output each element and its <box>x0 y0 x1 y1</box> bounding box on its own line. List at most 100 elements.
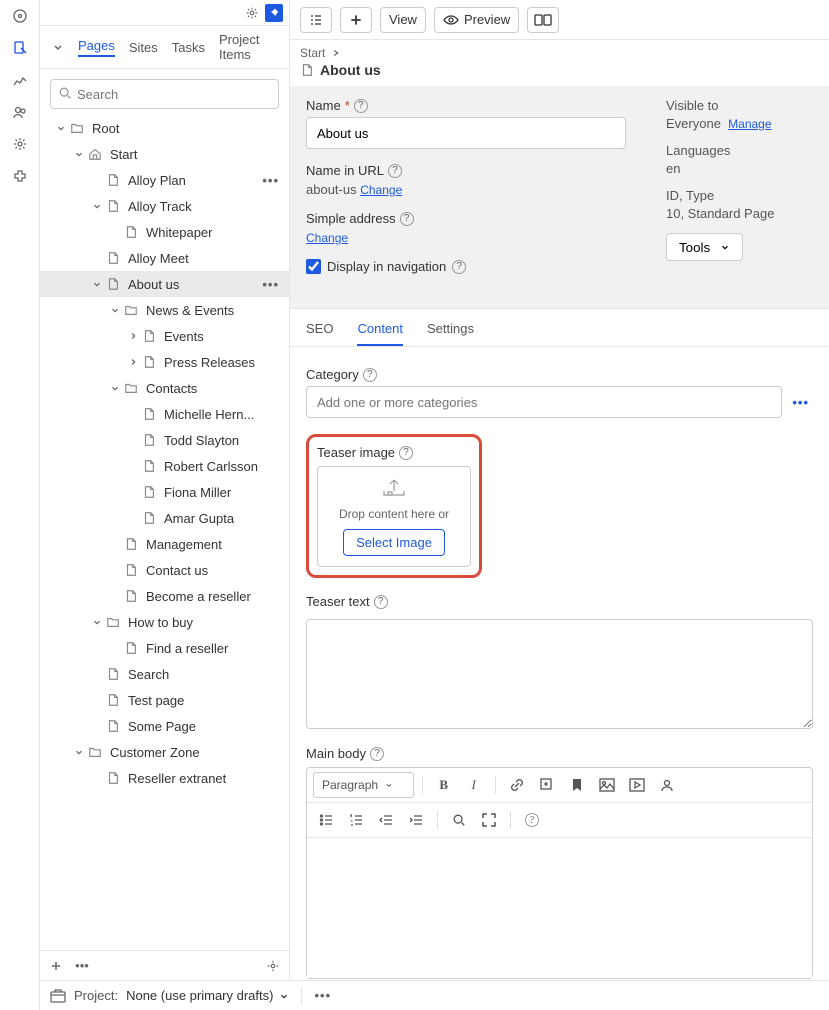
tree-item-menu[interactable]: ••• <box>260 173 281 188</box>
outdent-button[interactable] <box>373 807 399 833</box>
ed-help-button[interactable]: ? <box>519 807 545 833</box>
teaser-image-dropzone[interactable]: Drop content here or Select Image <box>317 466 471 567</box>
tree-toggle-icon[interactable] <box>128 331 142 341</box>
tree-item[interactable]: Contacts <box>40 375 289 401</box>
link-button[interactable] <box>504 772 530 798</box>
tree-item[interactable]: Fiona Miller <box>40 479 289 505</box>
tree-toggle-icon[interactable] <box>110 383 124 393</box>
chevron-down-icon[interactable] <box>52 41 64 53</box>
tree-item[interactable]: Search <box>40 661 289 687</box>
tab-settings[interactable]: Settings <box>427 321 474 346</box>
search-input[interactable] <box>50 79 279 109</box>
tab-content[interactable]: Content <box>357 321 403 346</box>
tree-toggle-icon[interactable] <box>92 279 106 289</box>
settings-icon[interactable] <box>10 134 30 154</box>
help-icon[interactable]: ? <box>399 446 413 460</box>
tree-toggle-icon[interactable] <box>74 747 88 757</box>
italic-button[interactable]: I <box>461 772 487 798</box>
fullscreen-button[interactable] <box>476 807 502 833</box>
breadcrumb-root[interactable]: Start <box>300 46 325 60</box>
help-icon[interactable]: ? <box>400 212 414 226</box>
tree-item-menu[interactable]: ••• <box>260 277 281 292</box>
paragraph-select[interactable]: Paragraph <box>313 772 414 798</box>
bookmark-button[interactable] <box>564 772 590 798</box>
tab-project-items[interactable]: Project Items <box>219 32 277 62</box>
tree-item[interactable]: Find a reseller <box>40 635 289 661</box>
tree-toggle-icon[interactable] <box>74 149 88 159</box>
users-icon[interactable] <box>10 102 30 122</box>
editor-body[interactable] <box>307 838 812 978</box>
display-nav-checkbox[interactable] <box>306 259 321 274</box>
tree-item[interactable]: Alloy Plan••• <box>40 167 289 193</box>
panel-settings-icon[interactable] <box>245 6 259 20</box>
tree-item[interactable]: Test page <box>40 687 289 713</box>
tree-item[interactable]: Become a reseller <box>40 583 289 609</box>
category-input[interactable] <box>306 386 782 418</box>
tree-item[interactable]: Start <box>40 141 289 167</box>
project-more-button[interactable]: ••• <box>314 988 331 1003</box>
tree-item[interactable]: News & Events <box>40 297 289 323</box>
tree-item[interactable]: Management <box>40 531 289 557</box>
search-button[interactable] <box>446 807 472 833</box>
tree-item[interactable]: Some Page <box>40 713 289 739</box>
tab-tasks[interactable]: Tasks <box>172 40 205 55</box>
help-icon[interactable]: ? <box>363 368 377 382</box>
stats-icon[interactable] <box>10 70 30 90</box>
page-edit-icon[interactable] <box>10 38 30 58</box>
tree-toggle-icon[interactable] <box>110 305 124 315</box>
help-icon[interactable]: ? <box>452 260 466 274</box>
tree-item[interactable]: Root <box>40 115 289 141</box>
tree-item[interactable]: Whitepaper <box>40 219 289 245</box>
compare-button[interactable] <box>527 7 559 33</box>
ol-button[interactable] <box>343 807 369 833</box>
footer-settings-icon[interactable] <box>263 956 283 976</box>
project-select[interactable]: None (use primary drafts) <box>126 988 289 1003</box>
tree-item[interactable]: Alloy Meet <box>40 245 289 271</box>
pin-icon[interactable] <box>265 4 283 22</box>
tree-item[interactable]: Reseller extranet <box>40 765 289 791</box>
tab-sites[interactable]: Sites <box>129 40 158 55</box>
tree-item[interactable]: Alloy Track <box>40 193 289 219</box>
tree-item[interactable]: Contact us <box>40 557 289 583</box>
tree-toggle-icon[interactable] <box>92 201 106 211</box>
select-image-button[interactable]: Select Image <box>343 529 445 556</box>
bold-button[interactable]: B <box>431 772 457 798</box>
image-button[interactable] <box>594 772 620 798</box>
tab-pages[interactable]: Pages <box>78 38 115 57</box>
manage-link[interactable]: Manage <box>728 117 771 131</box>
insert-button[interactable] <box>534 772 560 798</box>
view-button[interactable]: View <box>380 7 426 33</box>
tree-item[interactable]: How to buy <box>40 609 289 635</box>
tree-item[interactable]: Customer Zone <box>40 739 289 765</box>
tree-toggle-icon[interactable] <box>92 617 106 627</box>
plugin-icon[interactable] <box>10 166 30 186</box>
more-button[interactable]: ••• <box>72 956 92 976</box>
category-browse-button[interactable]: ••• <box>788 395 813 410</box>
tree-item[interactable]: Amar Gupta <box>40 505 289 531</box>
tree-item[interactable]: Todd Slayton <box>40 427 289 453</box>
help-icon[interactable]: ? <box>374 595 388 609</box>
tree-item[interactable]: Michelle Hern... <box>40 401 289 427</box>
tree-toggle-icon[interactable] <box>128 357 142 367</box>
tree-toggle-icon[interactable] <box>56 123 70 133</box>
indent-button[interactable] <box>403 807 429 833</box>
tree-view-button[interactable] <box>300 7 332 33</box>
name-input[interactable] <box>306 117 626 149</box>
dashboard-icon[interactable] <box>10 6 30 26</box>
tools-button[interactable]: Tools <box>666 233 743 261</box>
help-icon[interactable]: ? <box>354 99 368 113</box>
tree-item[interactable]: Robert Carlsson <box>40 453 289 479</box>
ul-button[interactable] <box>313 807 339 833</box>
change-url-link[interactable]: Change <box>360 183 402 197</box>
teaser-text-input[interactable] <box>306 619 813 729</box>
tree-item[interactable]: Events <box>40 323 289 349</box>
help-icon[interactable]: ? <box>388 164 402 178</box>
help-icon[interactable]: ? <box>370 747 384 761</box>
add-button[interactable] <box>46 956 66 976</box>
change-simple-link[interactable]: Change <box>306 231 348 245</box>
person-button[interactable] <box>654 772 680 798</box>
tab-seo[interactable]: SEO <box>306 321 333 346</box>
tree-item[interactable]: Press Releases <box>40 349 289 375</box>
preview-button[interactable]: Preview <box>434 7 519 33</box>
media-button[interactable] <box>624 772 650 798</box>
